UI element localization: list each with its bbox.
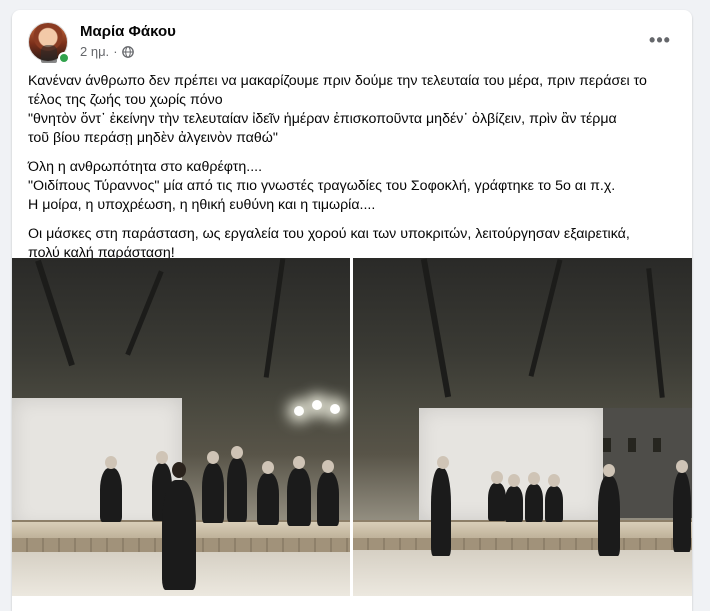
author-name-link[interactable]: Μαρία Φάκου [80,23,176,40]
tree-trunk [125,270,164,356]
tree-trunk [420,258,452,398]
text-line: τέλος της ζωής του χωρίς πόνο [28,92,223,108]
post-paragraph-2: Όλη η ανθρωπότητα στο καθρέφτη.... "Οιδί… [28,158,678,215]
post-header: Μαρία Φάκου 2 ημ. · ••• [28,22,676,64]
actor-figure [525,484,543,522]
theatre-photo-right[interactable] [353,258,692,596]
globe-icon[interactable] [121,45,134,58]
actor-mask [528,472,540,485]
stage-light [330,404,340,414]
actor-figure [673,472,691,552]
online-status-indicator [58,52,70,64]
theatre-photo-left[interactable] [12,258,350,596]
more-options-button[interactable]: ••• [644,26,676,54]
text-line: Η μοίρα, η υποχρέωση, η ηθική ευθύνη και… [28,197,376,213]
text-line: Οι μάσκες στη παράσταση, ως εργαλεία του… [28,226,630,242]
post-meta: 2 ημ. · [80,44,134,59]
actor-mask [105,456,117,469]
post-paragraph-1: Κανέναν άνθρωπο δεν πρέπει να μακαρίζουμ… [28,72,678,148]
actor-mask [293,456,305,469]
actor-mask [156,451,168,464]
actor-figure [431,468,451,556]
actor-mask [322,460,334,473]
actor-figure [227,458,247,522]
more-options-icon: ••• [649,29,671,50]
actor-figure [317,472,339,526]
actor-figure [545,486,563,522]
actor-mask [676,460,688,473]
tree-trunk [528,259,563,377]
avatar-image [41,45,57,63]
actor-mask [437,456,449,469]
actor-figure [598,476,620,556]
actor-figure-lead [162,480,196,590]
building-window [628,438,636,452]
tree-trunk [646,268,665,398]
stage-light [312,400,322,410]
text-line: "Οιδίπους Τύραννος" μία από τις πιο γνωσ… [28,178,616,194]
actor-mask [207,451,219,464]
building-window [653,438,661,452]
stage-floor [353,520,692,538]
actor-figure [202,463,224,523]
post-timestamp[interactable]: 2 ημ. [80,44,109,59]
actor-mask [262,461,274,474]
actor-figure [100,468,122,522]
post-footer [12,600,692,611]
actor-mask [231,446,243,459]
actor-figure [257,473,279,525]
stage-light [294,406,304,416]
text-line: Κανέναν άνθρωπο δεν πρέπει να μακαρίζουμ… [28,73,647,89]
actor-mask [508,474,520,487]
ground [353,550,692,596]
building-window [603,438,611,452]
stage-front [353,538,692,550]
text-line: τοῦ βίου περάσῃ μηδὲν ἀλγεινὸν παθώ" [28,130,278,146]
actor-mask [491,471,503,484]
actor-head [172,462,186,478]
actor-figure [505,486,523,522]
actor-mask [548,474,560,487]
actor-mask [603,464,615,477]
text-line: "θνητὸν ὄντ᾽ ἐκείνην τὴν τελευταίαν ἰδεῖ… [28,111,617,127]
actor-figure [488,483,506,521]
post-text: Κανέναν άνθρωπο δεν πρέπει να μακαρίζουμ… [28,72,678,273]
actor-figure [287,468,311,526]
post-photos [12,258,692,596]
tree-trunk [35,259,75,367]
text-line: Όλη η ανθρωπότητα στο καθρέφτη.... [28,159,263,175]
tree-trunk [263,258,286,378]
post-card: Μαρία Φάκου 2 ημ. · ••• Κανέναν άνθρωπο … [12,10,692,611]
